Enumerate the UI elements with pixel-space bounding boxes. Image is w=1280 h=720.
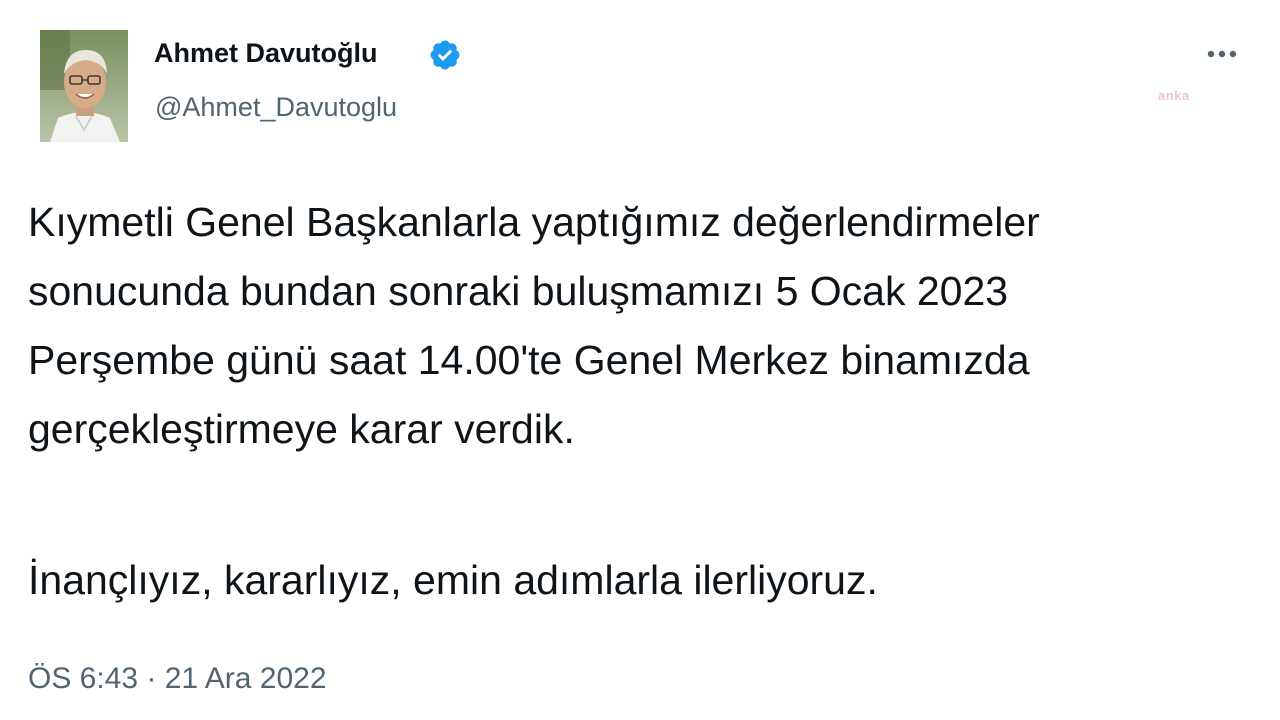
tweet-card: Ahmet Davutoğlu @Ahmet_Davutoglu anka Kı…	[0, 0, 1280, 720]
author-name[interactable]: Ahmet Davutoğlu	[154, 38, 378, 69]
more-horizontal-icon	[1207, 50, 1237, 58]
more-options-button[interactable]	[1200, 36, 1244, 72]
avatar[interactable]	[40, 30, 128, 142]
tweet-timestamp[interactable]: ÖS 6:43 · 21 Ara 2022	[28, 662, 327, 696]
author-handle[interactable]: @Ahmet_Davutoglu	[155, 92, 397, 123]
tweet-text-paragraph-1: Kıymetli Genel Başkanlarla yaptığımız de…	[28, 199, 1040, 452]
avatar-portrait	[40, 30, 128, 142]
verified-badge-icon	[428, 38, 462, 72]
watermark-logo: anka	[1158, 88, 1190, 103]
tweet-text-paragraph-2: İnançlıyız, kararlıyız, emin adımlarla i…	[28, 557, 878, 603]
